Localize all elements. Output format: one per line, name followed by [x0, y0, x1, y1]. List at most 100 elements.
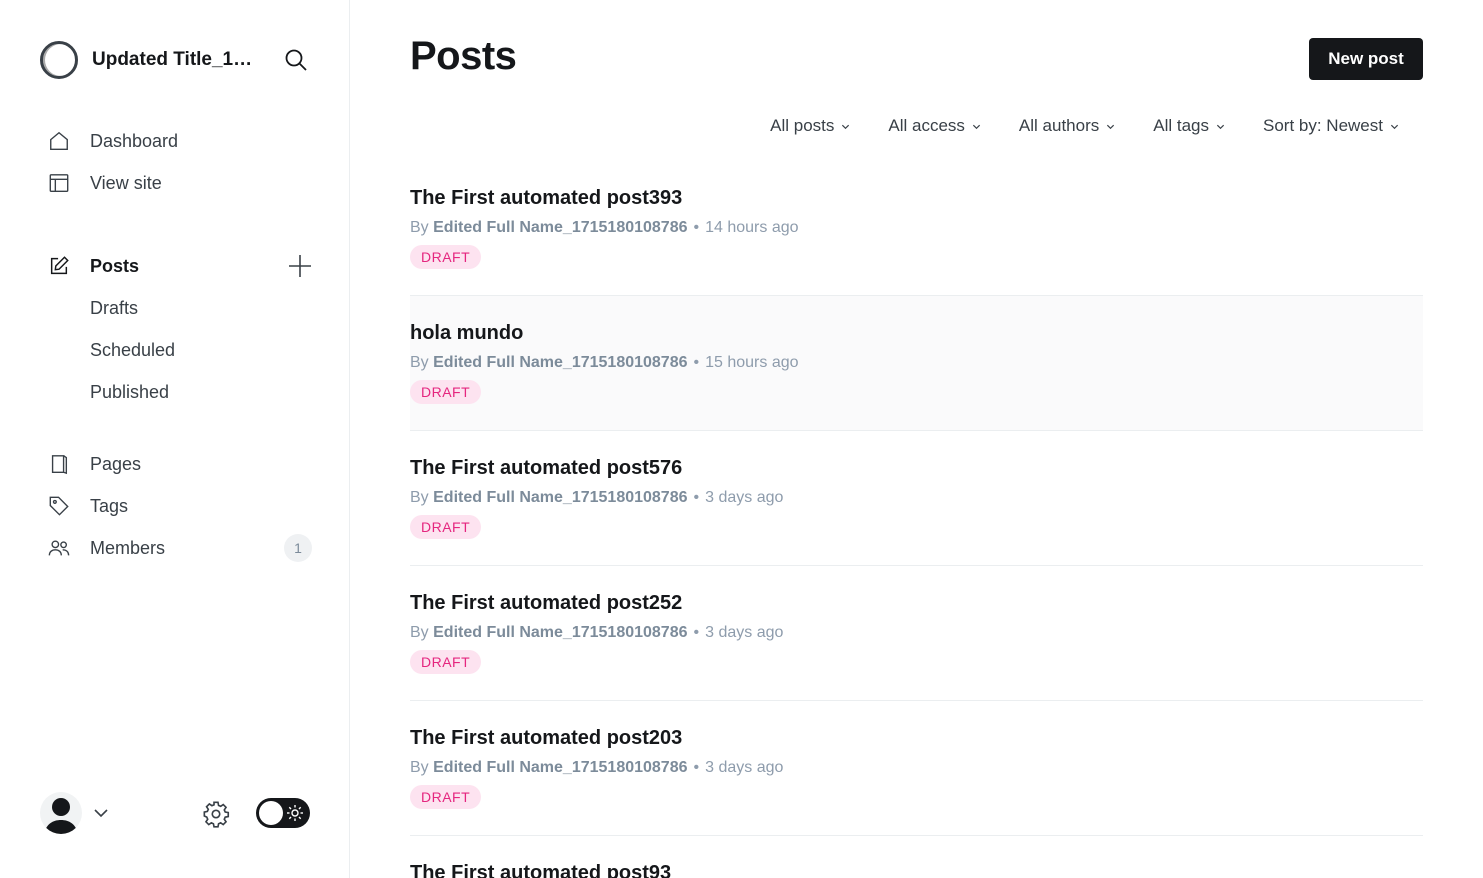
site-title: Updated Title_1715180108786: [92, 49, 262, 70]
nav-item-tags[interactable]: Tags: [40, 485, 330, 527]
site-logo: [40, 41, 78, 79]
nav-item-dashboard[interactable]: Dashboard: [40, 120, 330, 162]
nav-item-pages[interactable]: Pages: [40, 443, 330, 485]
post-author: Edited Full Name_1715180108786: [433, 219, 688, 236]
post-meta: By Edited Full Name_1715180108786 • 3 days…: [410, 624, 783, 642]
post-time: 3 days ago: [705, 489, 784, 506]
post-title[interactable]: The First automated post576: [410, 457, 682, 480]
filter-sort[interactable]: Sort by: Newest: [1263, 116, 1399, 136]
meta-separator: •: [693, 624, 700, 641]
members-count-badge: 1: [284, 534, 312, 562]
members-icon: [48, 537, 70, 559]
nav-label-posts: Posts: [90, 255, 140, 276]
sidebar-footer: [40, 792, 320, 836]
new-post-button[interactable]: New post: [1309, 38, 1423, 80]
chevron-down-icon: [1216, 124, 1225, 129]
post-by: By: [410, 624, 429, 641]
tag-icon: [48, 495, 70, 517]
meta-separator: •: [693, 354, 700, 371]
status-badge: DRAFT: [410, 245, 482, 269]
home-icon: [48, 130, 70, 152]
post-list: The First automated post393 By Edited Fu…: [410, 161, 1423, 878]
post-by: By: [410, 354, 429, 371]
main-content: Posts New post All posts All access All …: [410, 0, 1423, 878]
plus-icon[interactable]: [288, 254, 312, 278]
post-author: Edited Full Name_1715180108786: [433, 354, 688, 371]
post-row[interactable]: The First automated post576 By Edited Fu…: [410, 431, 1423, 566]
post-meta: By Edited Full Name_1715180108786 • 14 hou…: [410, 219, 799, 237]
page-icon: [48, 453, 70, 475]
chevron-down-icon: [972, 124, 980, 129]
post-row[interactable]: The First automated post393 By Edited Fu…: [410, 161, 1423, 296]
post-time: 3 days ago: [705, 759, 784, 776]
meta-separator: •: [693, 489, 700, 506]
post-row[interactable]: hola mundo By Edited Full Name_171518010…: [410, 296, 1423, 431]
filter-post-type[interactable]: All posts: [770, 116, 850, 136]
post-author: Edited Full Name_1715180108786: [433, 759, 688, 776]
meta-separator: •: [693, 219, 700, 236]
nav-label-members: Members: [90, 537, 166, 558]
post-time: 14 hours ago: [705, 219, 799, 236]
meta-separator: •: [693, 759, 700, 776]
avatar[interactable]: [40, 792, 82, 834]
post-by: By: [410, 219, 429, 236]
chevron-down-icon: [1107, 124, 1115, 129]
post-title[interactable]: The First automated post203: [410, 727, 682, 750]
status-badge: DRAFT: [410, 785, 482, 809]
nav-label-pages: Pages: [90, 453, 142, 474]
nav-item-members[interactable]: Members 1: [40, 527, 330, 569]
chevron-down-icon: [842, 124, 850, 129]
nav-item-published[interactable]: Published: [40, 371, 330, 413]
pencil-square-icon: [48, 255, 70, 277]
nav-label-view-site: View site: [90, 172, 162, 193]
sun-icon: [286, 804, 304, 822]
status-badge: DRAFT: [410, 380, 482, 404]
toggle-knob: [259, 801, 283, 825]
post-by: By: [410, 759, 429, 776]
filter-authors[interactable]: All authors: [1019, 116, 1115, 136]
post-meta: By Edited Full Name_1715180108786 • 3 days…: [410, 489, 783, 507]
post-row[interactable]: The First automated post93: [410, 836, 1423, 878]
secondary-nav: Pages Tags Members 1: [40, 443, 330, 569]
chevron-down-icon[interactable]: [92, 804, 110, 822]
post-row[interactable]: The First automated post203 By Edited Fu…: [410, 701, 1423, 836]
filter-access-label: All access: [888, 116, 965, 135]
filter-tags[interactable]: All tags: [1153, 116, 1225, 136]
nav-item-scheduled[interactable]: Scheduled: [40, 329, 330, 371]
post-row[interactable]: The First automated post252 By Edited Fu…: [410, 566, 1423, 701]
post-author: Edited Full Name_1715180108786: [433, 489, 688, 506]
post-meta: By Edited Full Name_1715180108786 • 3 days…: [410, 759, 783, 777]
filter-authors-label: All authors: [1018, 116, 1100, 135]
filter-post-type-label: All posts: [770, 116, 835, 135]
site-brand[interactable]: Updated Title_1715180108786: [40, 40, 320, 80]
content-nav: Posts Drafts Scheduled Published: [40, 245, 330, 413]
status-badge: DRAFT: [410, 650, 482, 674]
theme-toggle[interactable]: [256, 798, 310, 828]
nav-item-posts[interactable]: Posts: [40, 245, 330, 287]
filter-bar: All posts All access All authors All tag…: [770, 116, 1399, 136]
filter-sort-label: Sort by: Newest: [1263, 116, 1383, 135]
post-meta: By Edited Full Name_1715180108786 • 15 hou…: [410, 354, 799, 372]
layout-icon: [48, 172, 70, 194]
page-title: Posts: [410, 34, 517, 78]
filter-access[interactable]: All access: [888, 116, 981, 136]
nav-item-view-site[interactable]: View site: [40, 162, 330, 204]
filter-tags-label: All tags: [1153, 116, 1209, 135]
post-author: Edited Full Name_1715180108786: [433, 624, 688, 641]
primary-nav: Dashboard View site: [40, 120, 330, 204]
nav-label-tags: Tags: [90, 495, 129, 516]
post-title[interactable]: The First automated post393: [410, 187, 682, 210]
gear-icon[interactable]: [202, 800, 230, 828]
post-title[interactable]: hola mundo: [410, 322, 523, 345]
sidebar: Updated Title_1715180108786 Dashboard Vi…: [0, 0, 350, 878]
status-badge: DRAFT: [410, 515, 482, 539]
chevron-down-icon: [1390, 124, 1399, 129]
post-by: By: [410, 489, 429, 506]
post-title[interactable]: The First automated post93: [410, 862, 671, 878]
post-time: 15 hours ago: [705, 354, 799, 371]
post-title[interactable]: The First automated post252: [410, 592, 682, 615]
search-icon[interactable]: [284, 48, 308, 72]
post-time: 3 days ago: [705, 624, 784, 641]
nav-item-drafts[interactable]: Drafts: [40, 287, 330, 329]
nav-label-dashboard: Dashboard: [90, 130, 179, 151]
